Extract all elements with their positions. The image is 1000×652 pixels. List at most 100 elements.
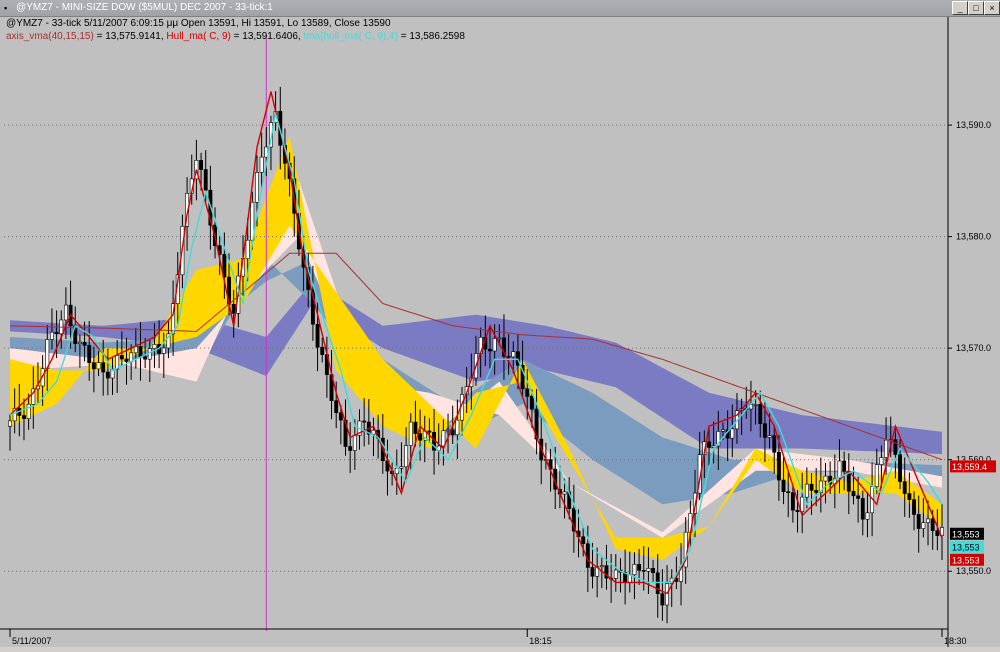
- symbol-info-line: @YMZ7 - 33-tick 5/11/2007 6:09:15 μμ Ope…: [6, 18, 391, 29]
- candle-down: [203, 169, 208, 191]
- candle-up: [874, 464, 879, 487]
- minimize-button[interactable]: _: [952, 1, 968, 15]
- x-tick-label: 18:15: [529, 636, 552, 646]
- price-tag-label: 13,553: [952, 555, 980, 565]
- candle-up: [767, 435, 772, 438]
- candle-up: [492, 338, 497, 352]
- candle-down: [907, 493, 912, 500]
- candle-down: [898, 454, 903, 482]
- candle-down: [842, 460, 847, 472]
- candle-down: [912, 499, 916, 515]
- candle-up: [926, 518, 930, 523]
- candle-up: [259, 156, 264, 173]
- candle-down: [902, 481, 907, 494]
- legend-third-label: tma(hull_ma( C, 9),4): [303, 31, 398, 42]
- candle-up: [404, 445, 409, 468]
- candle-up: [865, 512, 870, 520]
- y-tick-label: 13,570.0: [956, 343, 991, 353]
- title-bar[interactable]: ▪ @YMZ7 - MINI-SIZE DOW ($5MUL) DEC 2007…: [0, 0, 1000, 17]
- chart-svg[interactable]: 13,550.013,560.013,570.013,580.013,590.0…: [0, 17, 1000, 647]
- candle-up: [161, 347, 166, 354]
- candle-down: [101, 362, 106, 373]
- indicator-legend: axis_vma(40,15,15) = 13,575.9141, Hull_m…: [6, 31, 465, 42]
- candle-down: [105, 371, 110, 379]
- candle-down: [795, 509, 800, 512]
- candle-down: [338, 412, 343, 421]
- candle-up: [455, 419, 460, 436]
- candle-up: [646, 568, 651, 572]
- candle-up: [730, 428, 735, 439]
- candle-down: [199, 160, 204, 170]
- candle-down: [655, 572, 660, 594]
- candle-down: [637, 564, 642, 571]
- candle-down: [315, 323, 320, 348]
- candle-down: [651, 568, 656, 574]
- candle-down: [525, 388, 530, 397]
- candle-up: [49, 331, 54, 340]
- candle-down: [87, 345, 92, 364]
- candle-up: [152, 344, 157, 349]
- candle-down: [814, 490, 819, 493]
- candle-down: [581, 536, 586, 544]
- candle-up: [255, 172, 259, 203]
- chart-area[interactable]: 13,550.0 13,560.0 13,570.0 13,580.0 13,590.0…: [0, 17, 1000, 647]
- legend-hull-value: = 13,591.6406,: [233, 31, 301, 42]
- candle-down: [590, 567, 595, 577]
- candle-down: [348, 446, 353, 451]
- candle-down: [506, 356, 511, 358]
- y-tick-label: 13,590.0: [956, 120, 991, 130]
- candle-up: [96, 362, 101, 370]
- candle-up: [804, 483, 809, 498]
- candle-up: [245, 239, 250, 260]
- candle-down: [529, 396, 534, 410]
- candle-up: [753, 404, 758, 406]
- candle-down: [758, 404, 763, 424]
- chart-window: ▪ @YMZ7 - MINI-SIZE DOW ($5MUL) DEC 2007…: [0, 0, 1000, 647]
- candle-down: [413, 421, 418, 434]
- candle-up: [632, 564, 637, 576]
- legend-third-value: = 13,586.2598: [400, 31, 465, 42]
- candle-down: [418, 433, 423, 441]
- candle-down: [119, 355, 124, 360]
- candle-up: [613, 569, 618, 579]
- candle-up: [8, 420, 12, 427]
- candle-down: [772, 435, 777, 453]
- candle-up: [837, 460, 842, 479]
- candle-up: [399, 466, 404, 469]
- maximize-button[interactable]: □: [968, 1, 984, 15]
- legend-vma-value: = 13,575.9141,: [96, 31, 164, 42]
- candle-down: [334, 400, 339, 414]
- candle-up: [721, 429, 725, 432]
- candle-up: [408, 421, 413, 446]
- candle-down: [781, 479, 786, 492]
- candle-down: [707, 441, 711, 448]
- candle-down: [860, 498, 865, 520]
- candle-down: [54, 331, 59, 335]
- candle-up: [921, 522, 926, 529]
- candle-down: [320, 346, 325, 355]
- candle-up: [352, 435, 357, 451]
- candle-down: [930, 518, 935, 531]
- candle-down: [856, 495, 861, 499]
- candle-down: [893, 439, 898, 455]
- x-tick-label: 5/11/2007: [12, 636, 51, 646]
- candle-down: [488, 348, 492, 352]
- legend-vma-label: axis_vma(40,15,15): [6, 31, 94, 42]
- candle-down: [935, 530, 940, 536]
- candle-up: [884, 439, 889, 458]
- candle-up: [599, 565, 604, 568]
- candle-up: [879, 457, 884, 465]
- close-button[interactable]: ×: [984, 1, 1000, 15]
- price-tag-label: 13,553: [952, 529, 980, 539]
- candle-down: [91, 362, 96, 370]
- candle-down: [776, 451, 781, 481]
- candle-down: [82, 341, 87, 346]
- candle-down: [427, 430, 432, 433]
- candle-up: [133, 346, 138, 354]
- candle-down: [809, 483, 814, 491]
- x-tick-label: 18:30: [944, 636, 967, 646]
- candle-up: [823, 475, 828, 482]
- candle-up: [63, 304, 68, 321]
- y-tick-label: 13,580.0: [956, 232, 991, 242]
- candle-up: [446, 429, 450, 432]
